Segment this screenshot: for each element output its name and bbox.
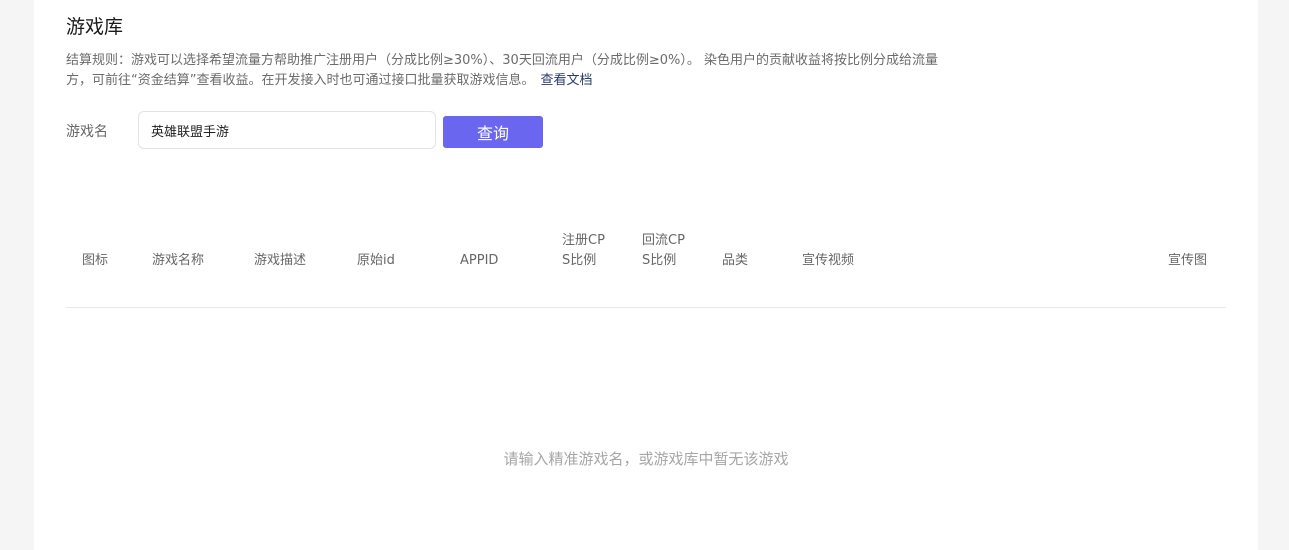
view-docs-link[interactable]: 查看文档 (540, 73, 592, 88)
game-name-input[interactable] (138, 111, 436, 149)
game-library-page: 游戏库 结算规则：游戏可以选择希望流量方帮助推广注册用户（分成比例≥30%）、3… (34, 0, 1258, 550)
column-header-original-id: 原始id (357, 253, 395, 268)
settlement-rules: 结算规则：游戏可以选择希望流量方帮助推广注册用户（分成比例≥30%）、30天回流… (66, 51, 946, 91)
column-header-register-cps: 注册CPS比例 (562, 233, 605, 268)
column-header-return-cps: 回流CPS比例 (642, 233, 685, 268)
query-button[interactable]: 查询 (443, 116, 543, 148)
column-header-promo-image: 宣传图 (1168, 253, 1208, 268)
column-header-game-name: 游戏名称 (152, 253, 205, 268)
column-header-appid: APPID (460, 253, 499, 268)
column-header-description: 游戏描述 (254, 253, 307, 268)
column-header-icon: 图标 (82, 253, 109, 268)
column-header-promo-video: 宣传视频 (802, 253, 855, 268)
empty-state-text: 请输入精准游戏名，或游戏库中暂无该游戏 (503, 450, 789, 468)
settlement-rules-text: 结算规则：游戏可以选择希望流量方帮助推广注册用户（分成比例≥30%）、30天回流… (66, 53, 938, 88)
game-name-label: 游戏名 (66, 124, 108, 140)
column-header-category: 品类 (722, 253, 749, 268)
page-title: 游戏库 (66, 16, 124, 38)
table-header: 图标 游戏名称 游戏描述 原始id APPID 注册CPS比例 回流CPS比例 … (66, 225, 1226, 308)
